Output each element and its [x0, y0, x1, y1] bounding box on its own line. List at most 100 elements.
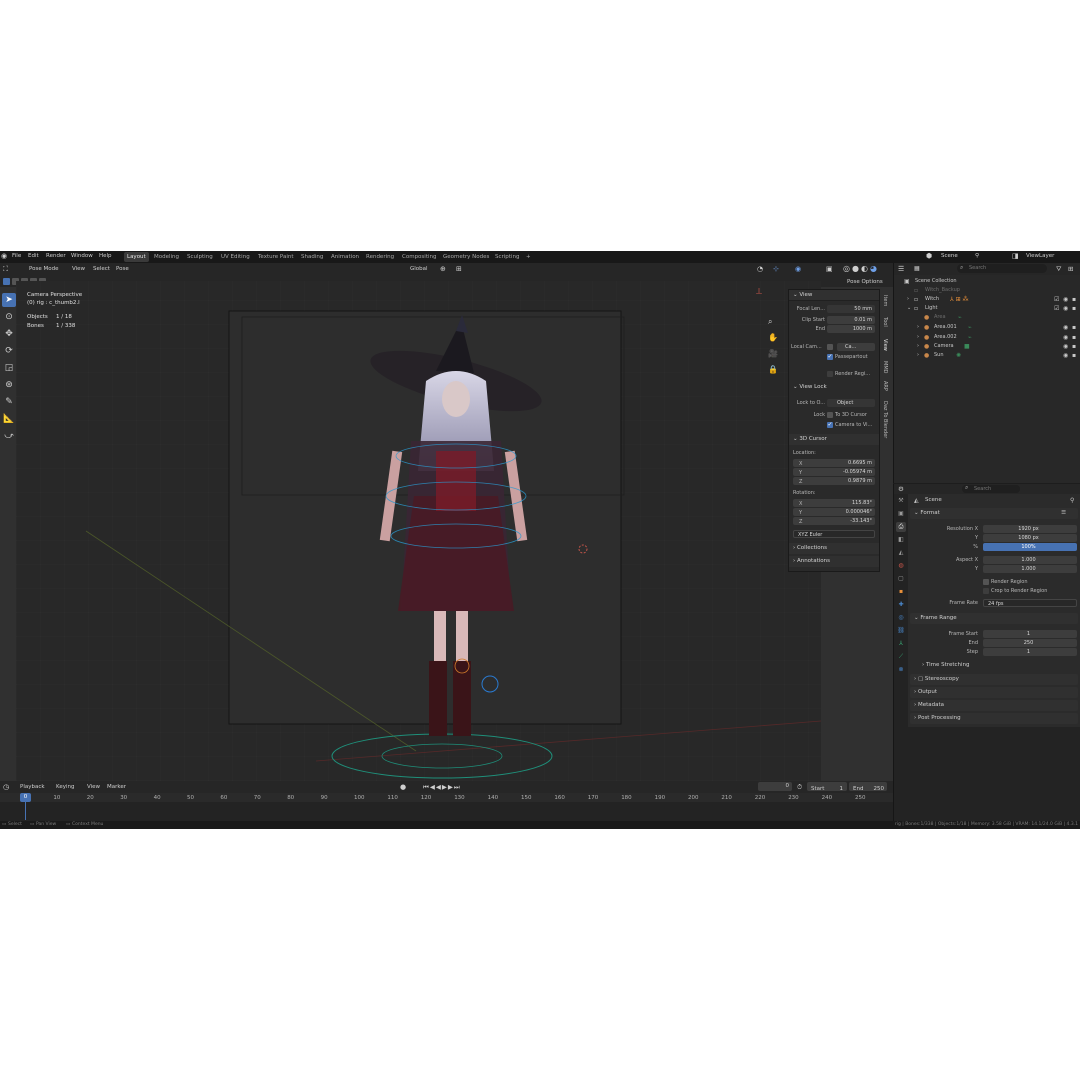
tab-rendering[interactable]: Rendering — [363, 252, 397, 262]
visibility-icon[interactable]: ◔ — [757, 265, 763, 273]
tab-animation[interactable]: Animation — [328, 252, 362, 262]
properties-search-input[interactable]: Search — [962, 485, 1020, 493]
menu-window[interactable]: Window — [71, 253, 93, 259]
properties-editor-icon[interactable]: ⚙ — [898, 485, 904, 493]
expand-arrow-icon[interactable]: › — [917, 323, 919, 332]
outliner-item-area[interactable]: ● Area ⌁ — [894, 313, 1080, 322]
render-camera-icon[interactable]: ▪ — [1072, 351, 1076, 360]
shading-material-icon[interactable]: ◐ — [861, 264, 868, 273]
world-tab-icon[interactable]: ◍ — [896, 561, 906, 571]
rotation-z-field[interactable]: -33.143° — [793, 517, 875, 525]
outliner-search-input[interactable]: Search — [957, 264, 1047, 273]
cursor-tool-icon[interactable]: ⊙ — [2, 310, 16, 324]
resolution-y-field[interactable]: 1080 px — [983, 534, 1077, 542]
physics-tab-icon[interactable]: ◎ — [896, 613, 906, 623]
eye-icon[interactable]: ◉ — [1063, 351, 1068, 360]
object-tab-icon[interactable]: ▪ — [896, 587, 906, 597]
eye-icon[interactable]: ◉ — [1063, 304, 1068, 313]
tab-scripting[interactable]: Scripting — [492, 252, 522, 262]
new-collection-icon[interactable]: ⊞ — [1068, 265, 1073, 273]
scene-selector[interactable]: Scene — [941, 253, 958, 259]
clip-end-field[interactable]: 1000 m — [827, 325, 875, 333]
frame-step-field[interactable]: 1 — [983, 648, 1077, 656]
start-frame-field[interactable]: Start 1 — [807, 782, 847, 792]
scene-tab-icon[interactable]: ◭ — [896, 548, 906, 558]
data-tab-icon[interactable]: ⅄ — [896, 639, 906, 649]
3d-cursor-header[interactable]: ⌄ 3D Cursor — [789, 434, 879, 445]
modifier-tab-icon[interactable]: ✚ — [896, 600, 906, 610]
auto-key-icon[interactable]: ● — [400, 783, 406, 791]
move-tool-icon[interactable]: ✥ — [2, 327, 16, 341]
eye-icon[interactable]: ◉ — [1063, 342, 1068, 351]
blender-logo-icon[interactable]: ◉ — [1, 252, 7, 260]
menu-render[interactable]: Render — [46, 253, 66, 259]
transform-orientation[interactable]: Global — [410, 266, 428, 272]
filter-icon[interactable]: ⛛ — [1056, 265, 1061, 274]
tab-item[interactable]: Item — [882, 295, 888, 306]
render-camera-icon[interactable]: ▪ — [1072, 323, 1076, 332]
exclude-checkbox-icon[interactable]: ☑ — [1054, 295, 1059, 304]
transform-tool-icon[interactable]: ⊛ — [2, 378, 16, 392]
camera-view-icon[interactable]: 🎥 — [768, 349, 778, 358]
passepartout-checkbox[interactable] — [827, 353, 833, 360]
editor-type-icon[interactable]: ⛶ — [3, 265, 8, 274]
eye-icon[interactable]: ◉ — [1063, 333, 1068, 342]
rotate-tool-icon[interactable]: ⟳ — [2, 344, 16, 358]
outliner-editor-icon[interactable]: ☰ — [898, 265, 904, 273]
resolution-percent-slider[interactable]: 100% — [983, 543, 1077, 551]
menu-marker[interactable]: Marker — [107, 784, 126, 790]
exclude-checkbox-icon[interactable]: ☑ — [1054, 304, 1059, 313]
resolution-x-field[interactable]: 1920 px — [983, 525, 1077, 533]
playhead[interactable]: 0 — [20, 793, 31, 802]
tab-uv-editing[interactable]: UV Editing — [218, 252, 253, 262]
camera-to-view-checkbox[interactable] — [827, 421, 833, 428]
current-frame-field[interactable]: 0 — [758, 782, 792, 791]
tab-tool[interactable]: Tool — [882, 317, 888, 327]
output-panel-header[interactable]: › Output — [910, 687, 1078, 698]
menu-pose[interactable]: Pose — [116, 266, 129, 272]
frame-rate-dropdown[interactable]: 24 fps — [983, 599, 1077, 607]
presets-icon[interactable]: ☰ — [1061, 508, 1066, 519]
expand-arrow-icon[interactable]: › — [917, 351, 919, 360]
location-y-field[interactable]: -0.05974 m — [793, 468, 875, 476]
tab-mmd[interactable]: MMD — [882, 361, 888, 373]
bone-tab-icon[interactable]: ⟋ — [896, 652, 906, 662]
gizmo-icon[interactable]: ⊹ — [773, 265, 779, 273]
shading-solid-icon[interactable]: ● — [852, 264, 859, 273]
bone-constraint-tab-icon[interactable]: ⊗ — [896, 665, 906, 675]
stereoscopy-panel-header[interactable]: › ▢ Stereoscopy — [910, 674, 1078, 685]
post-processing-panel-header[interactable]: › Post Processing — [910, 713, 1078, 724]
local-camera-field[interactable]: Ca... — [837, 343, 875, 351]
collection-tab-icon[interactable]: ▢ — [896, 574, 906, 584]
tab-daz-to-blender[interactable]: Daz To Blender — [882, 401, 888, 438]
scale-tool-icon[interactable]: ◲ — [2, 361, 16, 375]
snap-icon[interactable]: ⊞ — [456, 265, 462, 273]
rotation-mode-dropdown[interactable]: XYZ Euler — [793, 530, 875, 538]
render-tab-icon[interactable]: ▣ — [896, 509, 906, 519]
measure-tool-icon[interactable]: 📐 — [2, 412, 16, 426]
menu-help[interactable]: Help — [99, 253, 112, 259]
constraints-tab-icon[interactable]: ⛓ — [896, 626, 906, 636]
render-camera-icon[interactable]: ▪ — [1072, 342, 1076, 351]
output-tab-icon[interactable]: ⎙ — [896, 522, 906, 532]
render-region-checkbox[interactable] — [827, 371, 833, 377]
outliner-item-witch-backup[interactable]: ▫ Witch_Backup — [894, 286, 1080, 295]
rotation-x-field[interactable]: 115.83° — [793, 499, 875, 507]
pin-icon[interactable]: ⚲ — [975, 253, 979, 259]
tab-modeling[interactable]: Modeling — [151, 252, 182, 262]
frame-end-field[interactable]: 250 — [983, 639, 1077, 647]
shading-rendered-icon[interactable]: ◕ — [870, 264, 877, 273]
outliner-item-area-002[interactable]: › ● Area.002 ⌁ ◉ ▪ — [894, 333, 1080, 342]
outliner-item-witch[interactable]: › ▫ Witch ⅄ ⊞ ⁂ ☑ ◉ ▪ — [894, 295, 1080, 304]
pose-options-dropdown[interactable]: Pose Options — [847, 279, 883, 285]
location-x-field[interactable]: 0.6695 m — [793, 459, 875, 467]
shading-wireframe-icon[interactable]: ◎ — [843, 264, 850, 273]
pin-icon[interactable]: ⚲ — [1070, 497, 1074, 504]
playback-controls-icon[interactable]: ⏮◀◀▶▶⏭ — [423, 783, 461, 792]
display-mode-icon[interactable]: ▦ — [914, 265, 920, 272]
menu-select[interactable]: Select — [93, 266, 110, 272]
menu-view[interactable]: View — [72, 266, 85, 272]
menu-edit[interactable]: Edit — [28, 253, 39, 259]
lock-camera-icon[interactable]: 🔒 — [768, 365, 778, 374]
render-camera-icon[interactable]: ▪ — [1072, 304, 1076, 313]
